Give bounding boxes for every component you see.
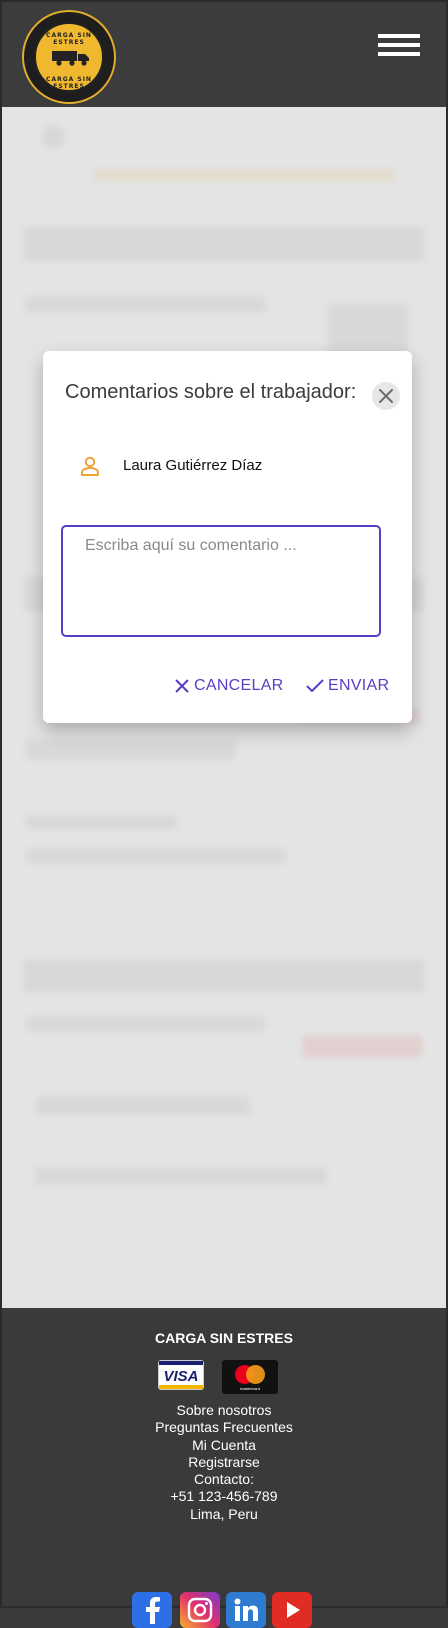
close-icon — [379, 389, 393, 403]
linkedin-icon[interactable] — [226, 1592, 266, 1628]
visa-card-icon: VISA — [158, 1360, 204, 1390]
cancel-button[interactable]: CANCELAR — [174, 677, 284, 695]
footer-link-account[interactable]: Mi Cuenta — [2, 1437, 446, 1454]
worker-name: Laura Gutiérrez Díaz — [123, 457, 263, 474]
truck-icon — [52, 51, 89, 66]
youtube-icon[interactable] — [272, 1592, 312, 1628]
logo-badge: CARGA SIN ESTRES CARGA SIN ESTRES — [34, 22, 104, 92]
dialog-title: Comentarios sobre el trabajador: — [65, 381, 357, 403]
mastercard-icon: mastercard — [222, 1360, 278, 1394]
logo[interactable]: CARGA SIN ESTRES CARGA SIN ESTRES — [22, 10, 116, 104]
comment-input[interactable] — [61, 525, 381, 637]
send-button[interactable]: ENVIAR — [306, 677, 389, 695]
close-button[interactable] — [372, 382, 400, 410]
footer-links: Sobre nosotros Preguntas Frecuentes Mi C… — [2, 1402, 446, 1523]
footer-link-register[interactable]: Registrarse — [2, 1454, 446, 1471]
logo-text-top: CARGA SIN ESTRES — [46, 32, 92, 46]
facebook-icon[interactable] — [132, 1592, 172, 1628]
worker-comment-dialog: Comentarios sobre el trabajador: Laura G… — [43, 351, 412, 723]
footer-brand: CARGA SIN ESTRES — [155, 1330, 293, 1346]
close-icon — [175, 679, 189, 693]
footer-contact-label: Contacto: — [194, 1471, 254, 1488]
hamburger-menu-icon[interactable] — [378, 34, 420, 64]
logo-text-bottom: CARGA SIN ESTRES — [46, 76, 92, 90]
check-icon — [306, 679, 324, 693]
send-label: ENVIAR — [328, 677, 390, 694]
cancel-label: CANCELAR — [194, 677, 284, 694]
site-header: CARGA SIN ESTRES CARGA SIN ESTRES — [2, 2, 446, 107]
footer-link-about[interactable]: Sobre nosotros — [2, 1402, 446, 1419]
instagram-icon[interactable] — [180, 1592, 220, 1628]
site-footer: CARGA SIN ESTRES VISA mastercard Sobre n… — [2, 1308, 446, 1628]
footer-phone: +51 123-456-789 — [170, 1488, 278, 1505]
person-icon — [81, 456, 99, 476]
footer-link-faq[interactable]: Preguntas Frecuentes — [2, 1419, 446, 1436]
footer-location: Lima, Peru — [190, 1505, 258, 1522]
